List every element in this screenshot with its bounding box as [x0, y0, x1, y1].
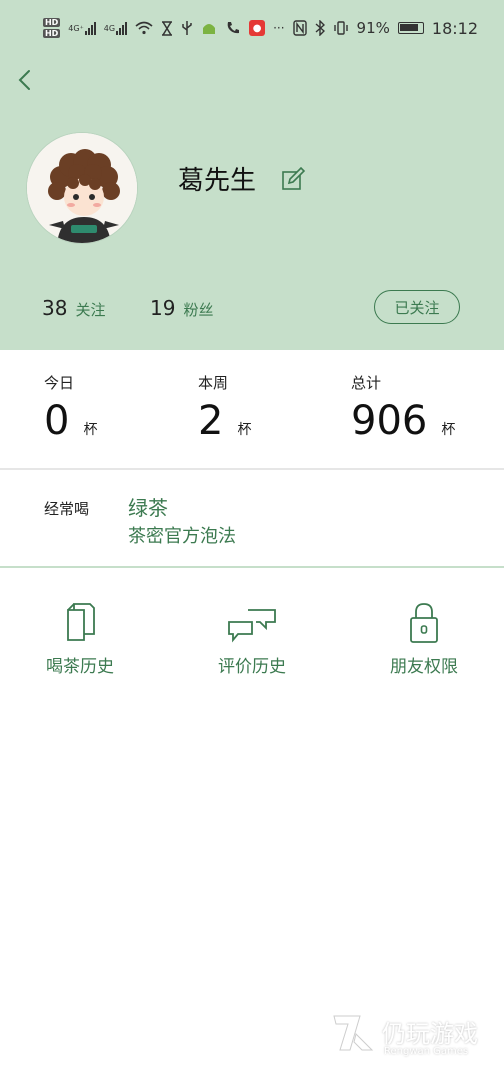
cups-week-value: 2: [198, 398, 224, 444]
chevron-left-icon: [18, 70, 30, 90]
back-button[interactable]: [10, 64, 38, 96]
watermark-subtitle: Rengwan Games: [384, 1046, 469, 1057]
hourglass-icon: [161, 20, 173, 36]
brew-method-link[interactable]: 茶密官方泡法: [128, 522, 236, 548]
followed-button[interactable]: 已关注: [374, 290, 460, 324]
signal-icon-2: 4G: [103, 21, 128, 35]
cups-today: 今日 0 杯: [44, 372, 97, 443]
cups-total-unit: 杯: [441, 422, 456, 438]
fans-count: 19: [150, 296, 176, 320]
battery-percent: 91%: [356, 19, 390, 37]
edit-icon: [282, 166, 306, 190]
cups-today-label: 今日: [44, 374, 75, 392]
cups-total-value: 906: [351, 398, 428, 444]
profile-header: HD HD 4G⁺ 4G ● ··· 91% 18:12 葛先生 38 关注 1…: [0, 0, 504, 350]
username: 葛先生: [178, 166, 257, 196]
mic-icon: ●: [249, 20, 266, 36]
hd-icon: HD HD: [42, 18, 61, 38]
friend-permission-button[interactable]: 朋友权限: [364, 600, 484, 677]
watermark: 仍玩游戏 Rengwan Games: [330, 1010, 490, 1064]
following-label: 关注: [75, 301, 106, 319]
profile-page: HD HD 4G⁺ 4G ● ··· 91% 18:12 葛先生 38 关注 1…: [0, 0, 504, 1080]
often-tea-link[interactable]: 绿茶: [128, 492, 168, 521]
cups-today-unit: 杯: [83, 422, 98, 438]
often-drinks-label: 经常喝: [44, 500, 90, 518]
fans-label: 粉丝: [183, 301, 214, 319]
avatar-image: [27, 133, 137, 243]
clock: 18:12: [431, 18, 478, 38]
often-drinks-section: 经常喝 绿茶 茶密官方泡法: [0, 470, 504, 566]
friend-permission-label: 朋友权限: [390, 657, 458, 677]
review-history-button[interactable]: 评价历史: [192, 600, 312, 677]
cups-week-unit: 杯: [237, 422, 252, 438]
fans-stat[interactable]: 19 粉丝: [150, 296, 213, 320]
nfc-icon: [292, 20, 307, 36]
cups-total-label: 总计: [351, 374, 382, 392]
network-type-1: 4G⁺: [68, 23, 84, 33]
cups-week-label: 本周: [198, 374, 229, 392]
vibrate-icon: [333, 20, 349, 36]
usb-icon: [181, 20, 193, 36]
avatar[interactable]: [26, 132, 138, 244]
android-icon: [201, 21, 217, 35]
watermark-title: 仍玩游戏: [382, 1020, 478, 1048]
cups-total: 总计 906 杯: [351, 372, 455, 443]
following-count: 38: [42, 296, 68, 320]
wifi-icon: [135, 21, 153, 35]
tea-history-button[interactable]: 喝茶历史: [20, 600, 140, 677]
cups-stats: 今日 0 杯 本周 2 杯 总计 906 杯: [0, 350, 504, 468]
divider-green: [0, 566, 504, 568]
call-icon: [225, 20, 241, 36]
edit-name-button[interactable]: [280, 166, 306, 192]
more-icon: ···: [273, 21, 285, 35]
status-bar: HD HD 4G⁺ 4G ● ··· 91% 18:12: [0, 0, 504, 56]
battery-icon: [397, 22, 424, 34]
tea-history-label: 喝茶历史: [46, 657, 114, 677]
cups-week: 本周 2 杯: [198, 372, 251, 443]
quick-actions: 喝茶历史 评价历史 朋友权限: [0, 600, 504, 700]
network-type-2: 4G: [103, 23, 116, 33]
documents-icon: [67, 603, 95, 641]
lock-icon: [410, 603, 438, 643]
cups-today-value: 0: [44, 398, 70, 444]
signal-icon: 4G⁺: [68, 21, 96, 35]
bluetooth-icon: [315, 20, 325, 36]
chat-bubbles-icon: [228, 609, 276, 643]
watermark-logo-icon: [333, 1015, 374, 1051]
review-history-label: 评价历史: [218, 657, 286, 677]
following-stat[interactable]: 38 关注: [42, 296, 105, 320]
